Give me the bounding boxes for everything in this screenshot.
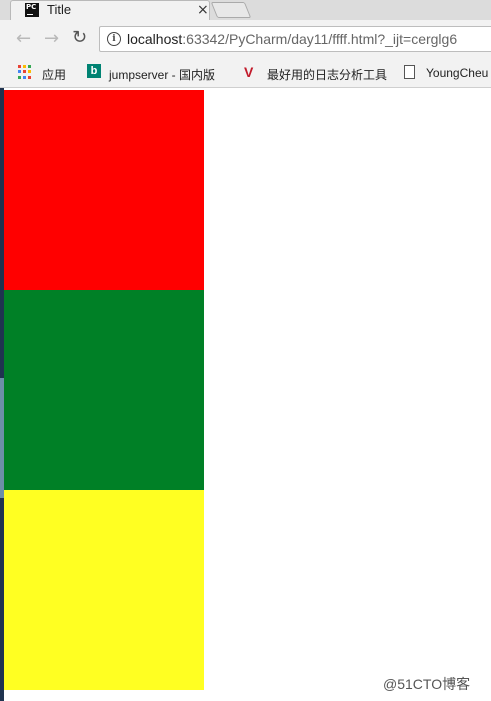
yellow-box [4,490,204,690]
address-host: localhost [127,31,183,47]
new-tab-button[interactable] [210,2,252,18]
bookmark-youngcheu[interactable]: YoungCheu [426,66,488,80]
back-arrow-icon[interactable]: ← [16,28,31,49]
green-box [4,290,204,490]
close-tab-icon[interactable]: × [197,2,209,18]
page-viewport: @51CTO博客 [0,88,491,701]
bing-icon: b [87,64,101,78]
tab-strip: PC Title × [0,0,491,20]
tab-title: Title [47,2,72,17]
red-box [4,90,204,290]
bookmarks-bar: 应用 b jumpserver - 国内版 V 最好用的日志分析工具 Young… [0,58,491,88]
address-path: :63342/PyCharm/day11/ffff.html?_ijt=cerg… [182,31,458,47]
browser-tab[interactable]: PC Title × [10,0,210,20]
document-icon [404,65,415,79]
address-url[interactable]: localhost:63342/PyCharm/day11/ffff.html?… [127,31,457,47]
reload-icon[interactable]: ↻ [72,27,87,48]
apps-grid-icon[interactable] [18,65,32,79]
pycharm-icon: PC [25,3,39,17]
visualization-icon: V [244,64,254,80]
forward-arrow-icon[interactable]: → [44,28,59,49]
address-bar[interactable]: i localhost:63342/PyCharm/day11/ffff.htm… [99,26,491,52]
bookmark-log-analysis[interactable]: 最好用的日志分析工具 [267,66,387,83]
bookmark-jumpserver[interactable]: jumpserver - 国内版 [109,66,215,83]
watermark: @51CTO博客 [383,676,471,692]
info-icon[interactable]: i [107,32,121,46]
browser-toolbar: ← → ↻ i localhost:63342/PyCharm/day11/ff… [0,20,491,58]
bookmark-apps[interactable]: 应用 [42,66,66,83]
